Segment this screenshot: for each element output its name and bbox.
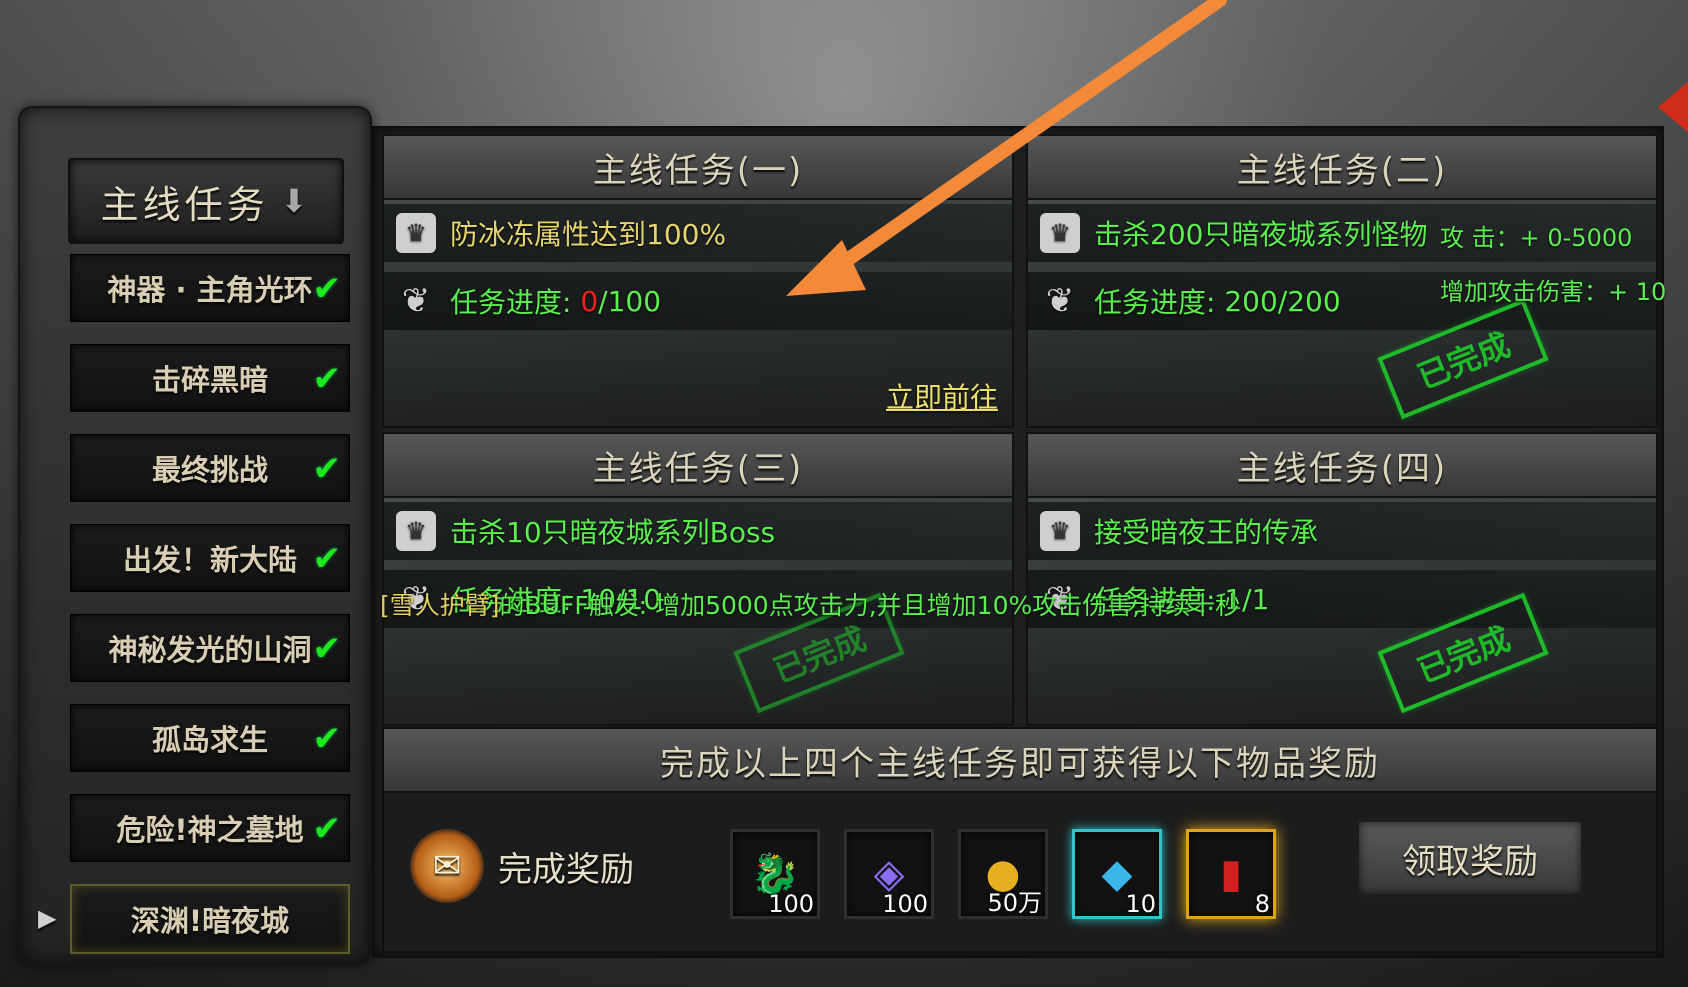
annotation-arrow-icon [786, 0, 1227, 296]
